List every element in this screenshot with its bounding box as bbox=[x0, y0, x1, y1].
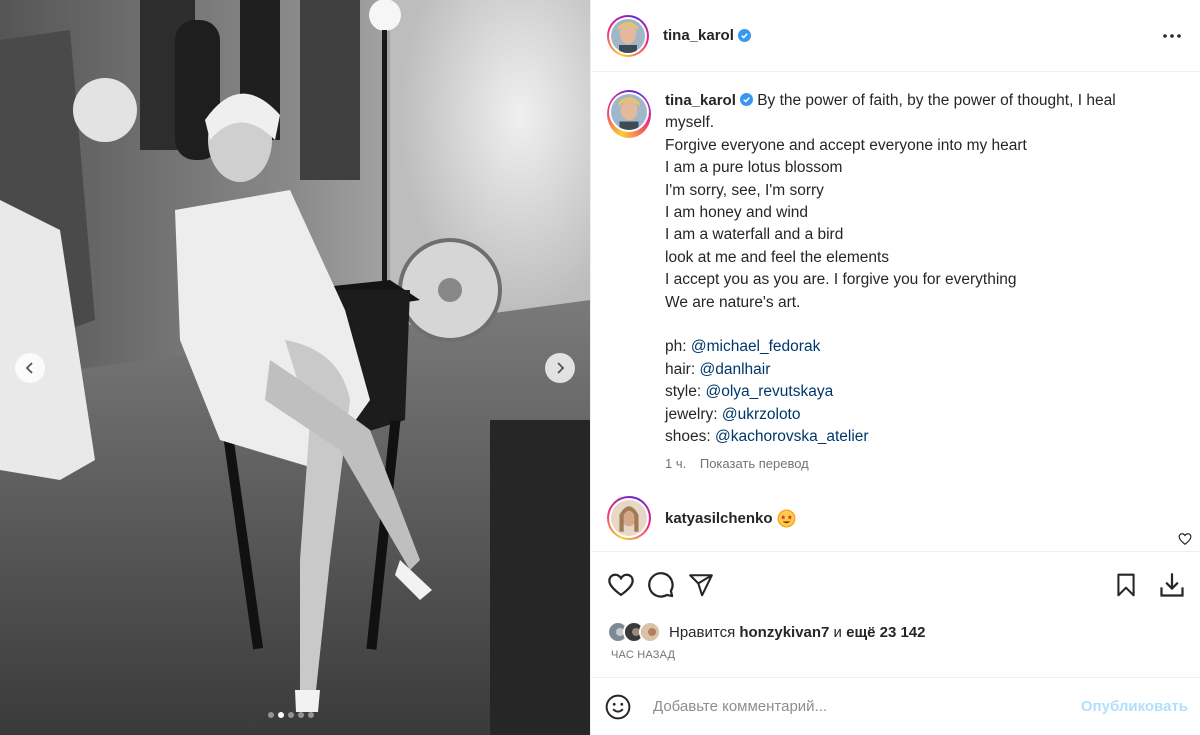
caption-line: I accept you as you are. I forgive you f… bbox=[665, 271, 1017, 289]
translate-button[interactable]: Показать перевод bbox=[700, 456, 809, 471]
commenter-avatar[interactable] bbox=[607, 496, 651, 541]
share-button[interactable] bbox=[681, 565, 721, 605]
mention-link[interactable]: @danlhair bbox=[699, 361, 770, 378]
post-actions bbox=[591, 551, 1200, 617]
credit-line: jewelry: @ukrzoloto bbox=[665, 404, 1135, 426]
credit-label: ph: bbox=[665, 338, 691, 356]
verified-icon bbox=[737, 29, 751, 42]
save-button[interactable] bbox=[1106, 565, 1146, 605]
caption-text: tina_karol By the power of faith, by the… bbox=[665, 90, 1135, 472]
credit-line: style: @olya_revutskaya bbox=[665, 381, 1135, 403]
more-options-button[interactable] bbox=[1160, 24, 1184, 48]
carousel-dot bbox=[298, 712, 304, 718]
caption-line: I am a waterfall and a bird bbox=[665, 226, 844, 244]
caption-avatar[interactable] bbox=[607, 90, 651, 138]
download-icon bbox=[1160, 572, 1184, 597]
mention-link[interactable]: @kachorovska_atelier bbox=[715, 428, 869, 445]
credit-label: hair: bbox=[665, 360, 700, 378]
post-photo bbox=[0, 0, 590, 735]
caption: tina_karol By the power of faith, by the… bbox=[607, 90, 1184, 472]
mention-link[interactable]: @michael_fedorak bbox=[691, 338, 820, 355]
carousel-dot bbox=[278, 712, 284, 718]
avatar-image bbox=[611, 94, 647, 130]
caption-line: I am honey and wind bbox=[665, 204, 809, 222]
avatar-image bbox=[611, 500, 647, 537]
like-button[interactable] bbox=[601, 565, 641, 605]
mention-link[interactable]: @olya_revutskaya bbox=[705, 383, 833, 400]
liker-avatar bbox=[639, 621, 661, 643]
emoji-button[interactable] bbox=[603, 692, 633, 722]
send-icon bbox=[689, 573, 713, 596]
post-panel: tina_karol tina_karol By the power of fa… bbox=[590, 0, 1200, 735]
star-struck-emoji-icon bbox=[777, 509, 796, 528]
credit-line: shoes: @kachorovska_atelier bbox=[665, 426, 1135, 448]
avatar-image bbox=[611, 18, 645, 53]
comments-section: tina_karol By the power of faith, by the… bbox=[591, 72, 1200, 551]
credit-label: shoes: bbox=[665, 428, 715, 446]
caption-meta: 1 ч. Показать перевод bbox=[665, 456, 1135, 472]
credit-label: style: bbox=[665, 383, 706, 401]
comment-item: katyasilchenko bbox=[607, 496, 1184, 541]
caption-username[interactable]: tina_karol bbox=[665, 92, 736, 109]
credit-line: ph: @michael_fedorak bbox=[665, 336, 1135, 358]
carousel-dot bbox=[288, 712, 294, 718]
verified-icon bbox=[739, 93, 753, 106]
likes-prefix: Нравится bbox=[669, 623, 740, 641]
comment-icon bbox=[648, 571, 674, 598]
caption-line: I'm sorry, see, I'm sorry bbox=[665, 181, 824, 199]
emoji-icon bbox=[605, 694, 631, 719]
post-header: tina_karol bbox=[591, 0, 1200, 72]
carousel-prev-button[interactable] bbox=[15, 353, 45, 383]
carousel-dot bbox=[268, 712, 274, 718]
publish-button[interactable]: Опубликовать bbox=[1081, 698, 1188, 715]
carousel-dot bbox=[308, 712, 314, 718]
heart-icon bbox=[608, 573, 634, 596]
mention-link[interactable]: @ukrzoloto bbox=[722, 406, 801, 423]
add-comment-bar: Опубликовать bbox=[591, 677, 1200, 735]
comment-username[interactable]: katyasilchenko bbox=[665, 510, 773, 527]
post-time[interactable]: ЧАС НАЗАД bbox=[591, 647, 1200, 677]
chevron-right-icon bbox=[557, 362, 565, 374]
bookmark-icon bbox=[1117, 573, 1135, 596]
credit-label: jewelry: bbox=[665, 405, 722, 423]
comment-button[interactable] bbox=[641, 565, 681, 605]
comment-input[interactable] bbox=[653, 698, 1081, 715]
post-media bbox=[0, 0, 590, 735]
caption-line: We are nature's art. bbox=[665, 293, 801, 311]
liker-username[interactable]: honzykivan7 bbox=[739, 624, 829, 641]
likes-summary: Нравится honzykivan7 и ещё 23 142 bbox=[591, 617, 1200, 647]
carousel-dots bbox=[268, 712, 314, 718]
likes-count[interactable]: ещё 23 142 bbox=[846, 624, 925, 641]
carousel-next-button[interactable] bbox=[545, 353, 575, 383]
chevron-left-icon bbox=[25, 362, 33, 374]
caption-time[interactable]: 1 ч. bbox=[665, 456, 686, 471]
caption-first-line: tina_karol By the power of faith, by the… bbox=[665, 90, 1135, 135]
liker-avatars[interactable] bbox=[607, 621, 661, 643]
caption-line: look at me and feel the elements bbox=[665, 248, 890, 266]
comment-like-icon[interactable] bbox=[1178, 532, 1192, 546]
header-username[interactable]: tina_karol bbox=[663, 27, 734, 44]
post-dialog: tina_karol tina_karol By the power of fa… bbox=[0, 0, 1200, 735]
more-icon bbox=[1163, 33, 1181, 38]
caption-line: I am a pure lotus blossom bbox=[665, 159, 843, 177]
credit-line: hair: @danlhair bbox=[665, 359, 1135, 381]
likes-text: Нравится honzykivan7 и ещё 23 142 bbox=[669, 624, 926, 641]
caption-line: Forgive everyone and accept everyone int… bbox=[665, 136, 1027, 154]
likes-middle: и bbox=[829, 623, 847, 641]
actions-right bbox=[1106, 565, 1192, 605]
download-button[interactable] bbox=[1152, 565, 1192, 605]
profile-avatar[interactable] bbox=[607, 14, 649, 57]
